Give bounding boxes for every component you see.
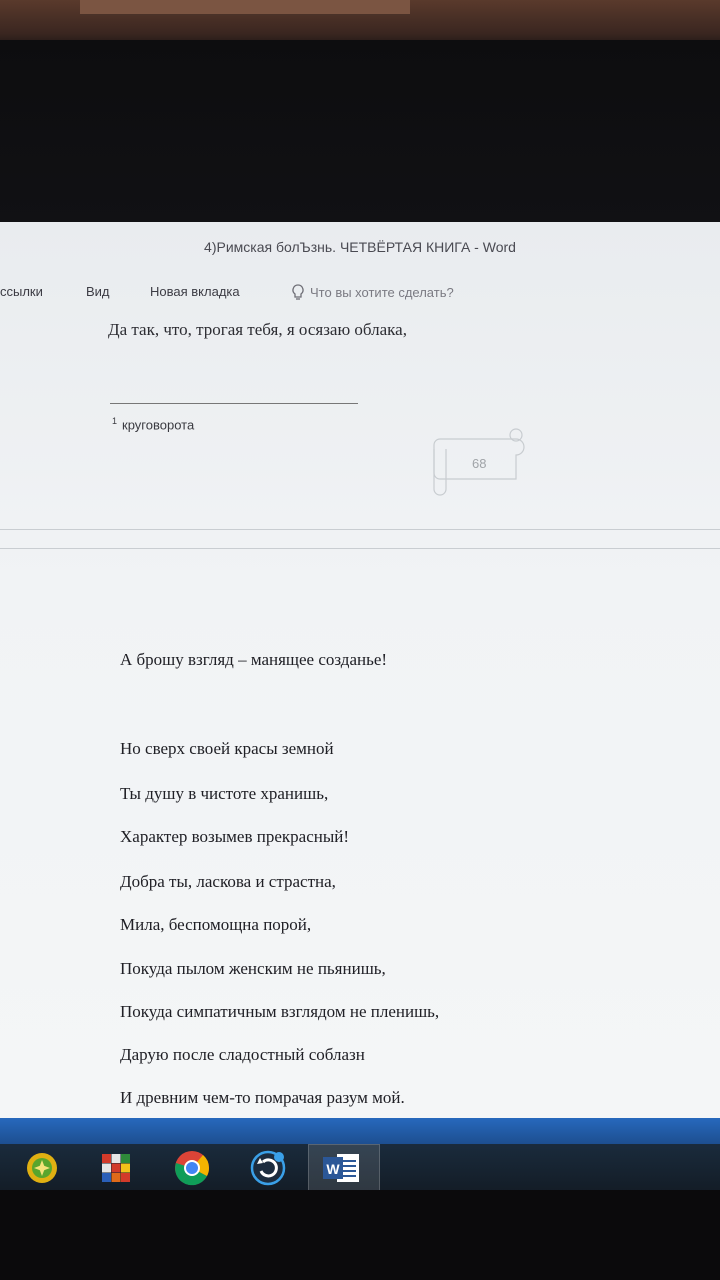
footnote-mark: 1: [112, 416, 118, 426]
taskbar-top-strip: [0, 1118, 720, 1144]
page-bottom-edge: [0, 529, 720, 530]
word-icon[interactable]: W: [320, 1146, 364, 1190]
verse-line: Ты душу в чистоте хранишь,: [120, 784, 329, 803]
page-top-edge: [0, 548, 720, 549]
verse-line: Характер возымев прекрасный!: [120, 827, 350, 846]
word-window: 4)Римская болЪзнь. ЧЕТВЁРТАЯ КНИГА - Wor…: [0, 222, 720, 1120]
sync-app-icon[interactable]: [246, 1146, 290, 1190]
word-icon-letter: W: [326, 1161, 340, 1177]
footnote-separator: [110, 403, 358, 404]
verse-line: И древним чем-то помрачая разум мой.: [120, 1088, 405, 1107]
tell-me-box[interactable]: Что вы хотите сделать?: [292, 284, 454, 300]
window-title: 4)Римская болЪзнь. ЧЕТВЁРТАЯ КНИГА - Wor…: [204, 239, 516, 255]
verse-line: Мила, беспомощна порой,: [120, 915, 312, 934]
verse-line: Дарую после сладостный соблазн: [120, 1045, 365, 1064]
cube-app-icon[interactable]: [94, 1146, 138, 1190]
footnote-text: круговорота: [122, 417, 195, 433]
monitor-bezel: [0, 40, 720, 226]
tab-new-tab[interactable]: Новая вкладка: [150, 284, 240, 299]
app-green-icon[interactable]: [20, 1146, 64, 1190]
verse-line: А брошу взгляд – манящее созданье!: [120, 650, 388, 669]
verse-line: Покуда симпатичным взглядом не пленишь,: [120, 1002, 440, 1021]
tab-references[interactable]: ссылки: [0, 284, 43, 299]
verse-line: Добра ты, ласкова и страстна,: [120, 872, 336, 891]
monitor-bottom-bezel: [0, 1190, 720, 1280]
footnote: 1 круговорота: [112, 416, 194, 432]
tab-view[interactable]: Вид: [86, 284, 110, 299]
verse-line: Покуда пылом женским не пьянишь,: [120, 959, 386, 978]
furniture-shelf: [80, 0, 410, 16]
tell-me-text: Что вы хотите сделать?: [310, 285, 454, 300]
taskbar: W: [0, 1118, 720, 1193]
chrome-icon[interactable]: [170, 1146, 214, 1190]
verse-line: Но сверх своей красы земной: [120, 739, 334, 758]
page1-text-line: Да так, что, трогая тебя, я осязаю облак…: [108, 320, 407, 339]
page-number: 68: [472, 456, 487, 471]
ribbon-tabs: ссылки Вид Новая вкладка Что вы хотите с…: [0, 278, 720, 308]
lightbulb-icon: [292, 284, 304, 300]
